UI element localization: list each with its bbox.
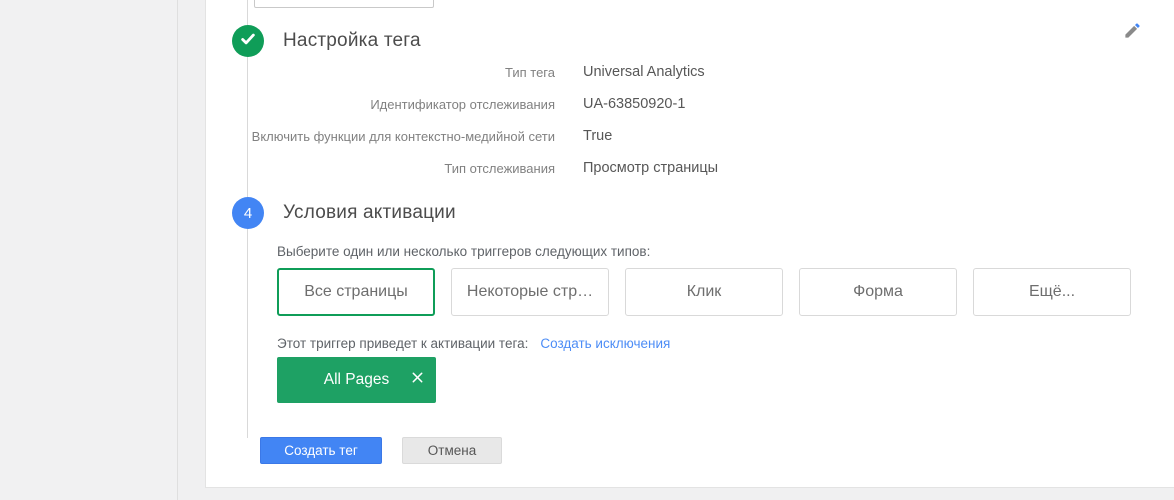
trigger-type-more[interactable]: Ещё...: [973, 268, 1131, 316]
sidebar-divider: [177, 0, 178, 500]
step-number: 4: [243, 204, 253, 222]
field-value: UA-63850920-1: [583, 96, 686, 112]
fire-note: Этот триггер приведет к активации тега:: [277, 336, 529, 351]
field-row: Тип тега Universal Analytics: [206, 56, 718, 88]
trigger-type-form[interactable]: Форма: [799, 268, 957, 316]
edit-tag-button[interactable]: [1120, 21, 1144, 45]
trigger-type-some-pages[interactable]: Некоторые стр…: [451, 268, 609, 316]
pencil-icon: [1123, 21, 1142, 45]
field-name-input-partial[interactable]: [254, 0, 434, 8]
field-row: Включить функции для контекстно-медийной…: [206, 120, 718, 152]
triggering-title: Условия активации: [283, 202, 456, 223]
remove-trigger-button[interactable]: [408, 357, 426, 403]
trigger-instruction: Выберите один или несколько триггеров сл…: [277, 244, 651, 259]
field-row: Идентификатор отслеживания UA-63850920-1: [206, 88, 718, 120]
fire-note-row: Этот триггер приведет к активации тега: С…: [277, 336, 670, 351]
step-number-badge: 4: [232, 197, 264, 229]
field-value: Просмотр страницы: [583, 160, 719, 176]
trigger-chip-all-pages[interactable]: All Pages: [277, 357, 436, 403]
field-label: Идентификатор отслеживания: [370, 96, 555, 112]
close-icon: [411, 371, 424, 389]
trigger-type-click[interactable]: Клик: [625, 268, 783, 316]
tag-setup-title: Настройка тега: [283, 30, 421, 51]
create-exceptions-link[interactable]: Создать исключения: [540, 336, 670, 351]
cancel-button[interactable]: Отмена: [402, 437, 502, 464]
trigger-type-buttons: Все страницы Некоторые стр… Клик Форма Е…: [277, 268, 1131, 316]
check-icon: [238, 29, 258, 54]
field-label: Тип тега: [504, 64, 555, 80]
trigger-type-all-pages[interactable]: Все страницы: [277, 268, 435, 316]
field-value: True: [583, 128, 613, 144]
field-label: Тип отслеживания: [444, 160, 555, 176]
tag-editor-card: Настройка тега Тип тега Universal Analyt…: [205, 0, 1174, 488]
trigger-chip-label: All Pages: [323, 371, 390, 388]
field-value: Universal Analytics: [583, 64, 705, 80]
step-complete-badge: [232, 25, 264, 57]
field-label: Включить функции для контекстно-медийной…: [251, 128, 555, 144]
create-tag-button[interactable]: Создать тег: [260, 437, 382, 464]
left-sidebar: [0, 0, 177, 500]
tag-settings-summary: Тип тега Universal Analytics Идентификат…: [206, 56, 718, 184]
field-row: Тип отслеживания Просмотр страницы: [206, 152, 718, 184]
